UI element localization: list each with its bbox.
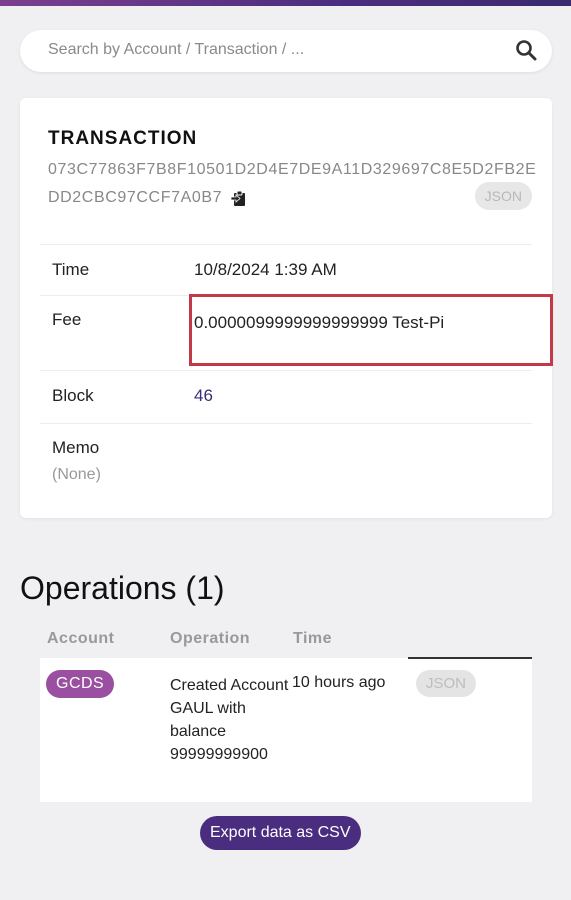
fee-value: 0.0000099999999999999 Test-Pi [194,313,445,332]
memo-value: (None) [52,466,101,483]
row-time: Time 10/8/2024 1:39 AM [40,245,532,296]
transaction-details: Time 10/8/2024 1:39 AM Fee 0.00000999999… [40,244,553,514]
operation-json-button[interactable]: JSON [416,670,477,697]
clipboard-icon[interactable] [231,189,247,207]
block-link[interactable]: 46 [194,386,213,406]
transaction-hash-text: 073C77863F7B8F10501D2D4E7DE9A11D329697C8… [48,161,537,206]
table-divider [408,657,532,659]
operations-table: GCDS Created Account GAUL with balance 9… [40,658,532,802]
transaction-hash: 073C77863F7B8F10501D2D4E7DE9A11D329697C8… [48,156,538,212]
operation-description: Created Account GAUL with balance 999999… [170,677,289,763]
search-icon[interactable] [514,38,538,62]
transaction-json-button[interactable]: JSON [474,182,532,210]
account-link[interactable]: GCDS [46,670,115,698]
time-label: Time [52,260,90,279]
column-header-time: Time [293,630,333,647]
row-block: Block 46 [40,371,532,424]
column-header-account: Account [47,630,115,647]
memo-label: Memo [52,438,100,457]
search-input[interactable]: Search by Account / Transaction / ... [48,41,304,59]
time-value: 10/8/2024 1:39 AM [194,260,337,279]
fee-label: Fee [52,310,82,329]
operation-time: 10 hours ago [292,674,386,691]
export-csv-button[interactable]: Export data as CSV [200,816,361,850]
operations-title: Operations (1) [20,570,225,606]
block-label: Block [52,386,94,405]
row-memo: Memo (None) [40,424,532,514]
transaction-title: TRANSACTION [48,128,198,149]
search-bar[interactable]: Search by Account / Transaction / ... [20,30,552,72]
row-fee: Fee 0.0000099999999999999 Test-Pi [40,294,553,371]
top-accent-bar [0,0,571,6]
transaction-card: TRANSACTION 073C77863F7B8F10501D2D4E7DE9… [20,98,553,518]
column-header-operation: Operation [170,630,251,647]
